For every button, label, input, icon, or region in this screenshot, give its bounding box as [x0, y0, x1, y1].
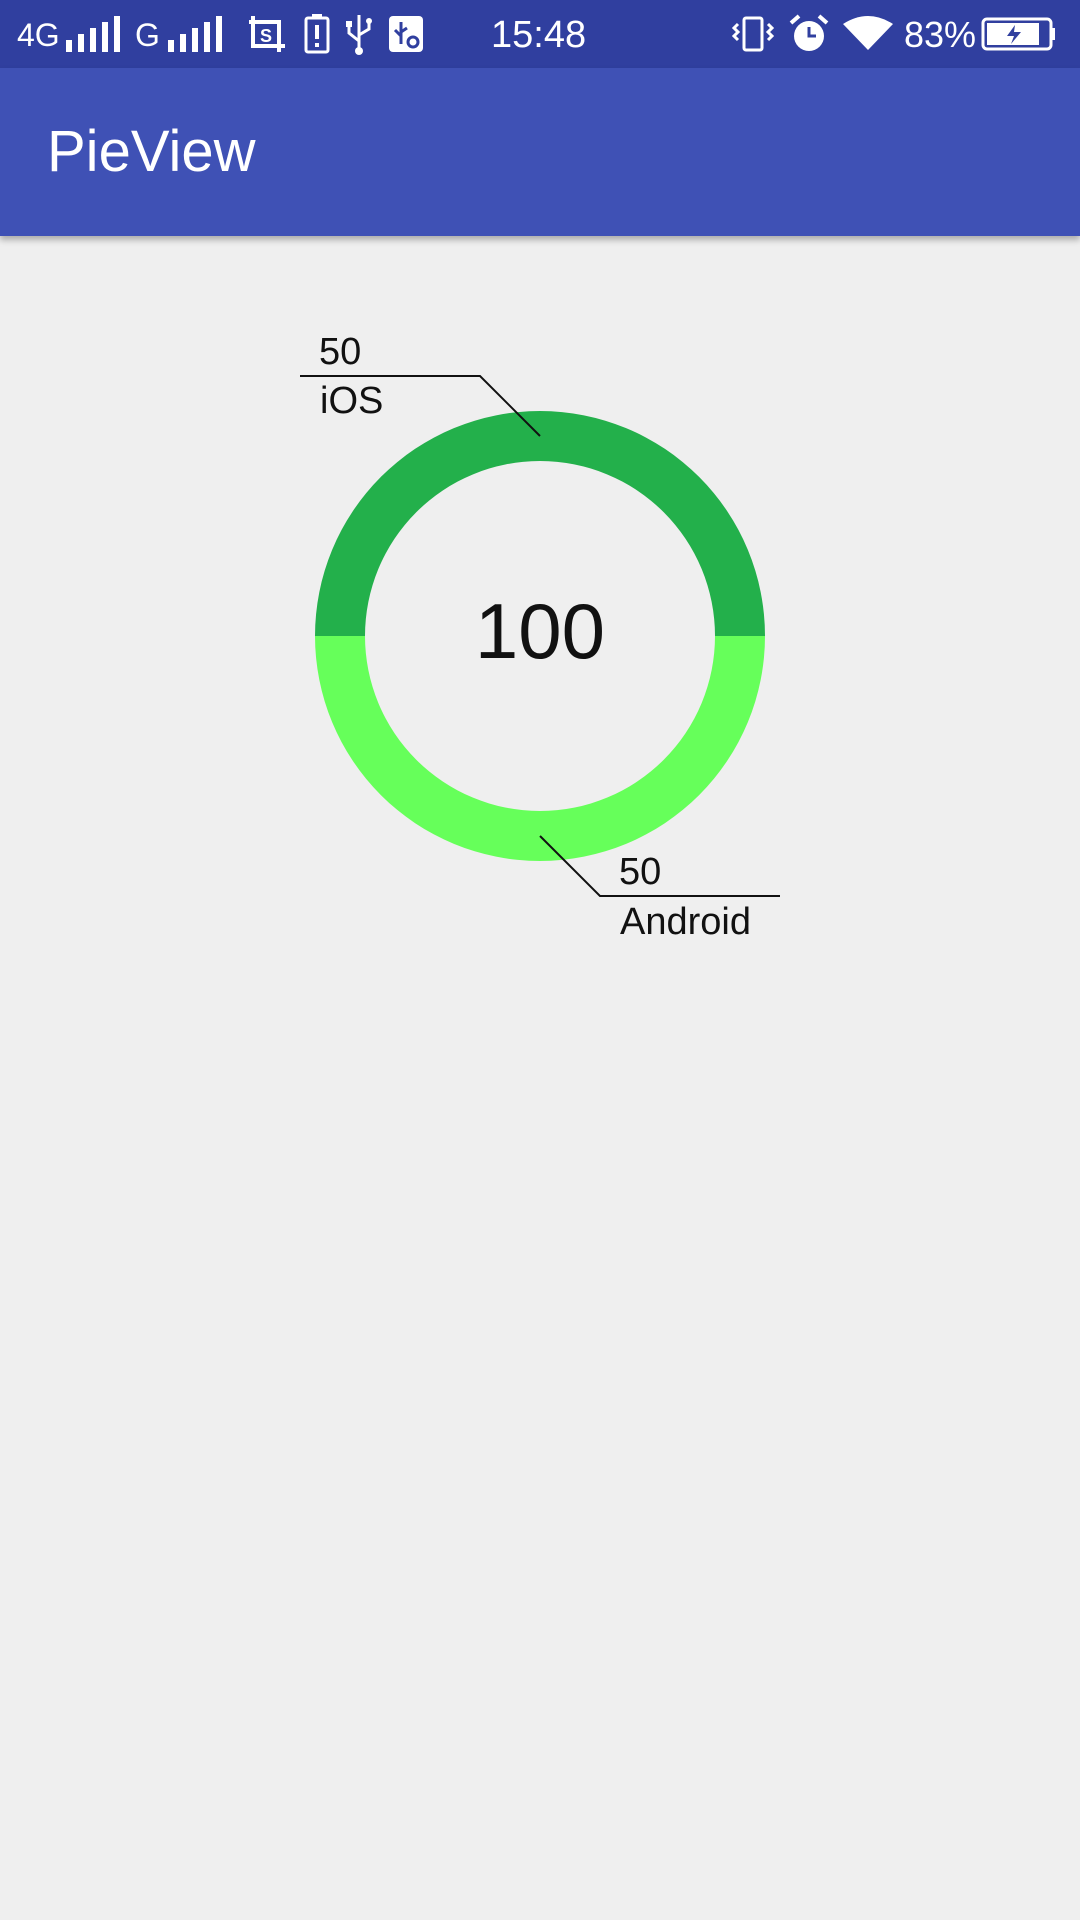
- network-type-2-label: G: [135, 17, 160, 53]
- vibrate-icon: [731, 16, 775, 52]
- screenshot-icon: S: [249, 16, 285, 52]
- alarm-icon: [789, 14, 829, 51]
- app-bar: PieView: [0, 68, 1080, 236]
- pie-total-value: 100: [474, 587, 606, 675]
- app-title: PieView: [47, 119, 256, 184]
- status-bar: 4G G S 15:48 83%: [0, 0, 1080, 68]
- slice-name-label-ios: iOS: [320, 380, 384, 422]
- slice-value-label-android: 50: [619, 851, 662, 893]
- signal-2-icon: [168, 16, 222, 52]
- battery-percent: 83%: [904, 14, 977, 55]
- slice-name-label-android: Android: [620, 901, 751, 943]
- alert-icon: [304, 14, 330, 54]
- signal-icon: [66, 16, 120, 52]
- usb-debug-icon: [389, 16, 423, 52]
- battery-charging-icon: [981, 17, 1055, 51]
- svg-text:S: S: [260, 26, 272, 46]
- slice-value-label-ios: 50: [319, 331, 362, 373]
- clock-time: 15:48: [491, 14, 587, 56]
- wifi-icon: [843, 16, 893, 50]
- usb-icon: [346, 15, 372, 55]
- pie-chart-view: 100 50 iOS 50 Android: [0, 236, 1080, 1036]
- network-type-label: 4G: [17, 17, 60, 53]
